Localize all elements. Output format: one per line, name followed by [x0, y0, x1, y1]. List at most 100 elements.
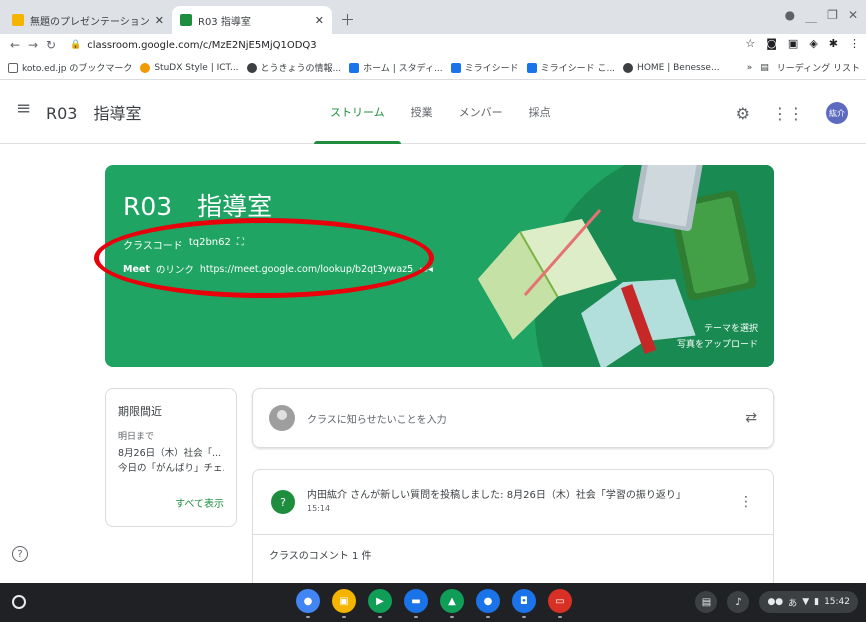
reading-list-button[interactable]: リーディング リスト	[777, 61, 860, 74]
battery-icon: ▮	[814, 597, 820, 607]
bookmark-star-icon[interactable]: ☆	[745, 37, 755, 50]
view-all-link[interactable]: すべて表示	[175, 495, 224, 510]
profile-icon[interactable]: ●	[785, 8, 795, 25]
bookmark-item[interactable]: ミライシード こ...	[526, 61, 615, 74]
bookmark-item[interactable]: HOME | Benesse...	[623, 62, 720, 73]
url-field[interactable]: classroom.google.com/c/MzE2NjE5MjQ1ODQ3	[87, 40, 316, 51]
meet-suffix: のリンク	[155, 265, 194, 276]
browser-tabstrip: 無題のプレゼンテーション - G ✕ R03 指導室 ✕ ＋ ● ＿ ❐ ✕	[0, 0, 866, 34]
account-icon: ●●	[767, 597, 784, 607]
gear-icon[interactable]: ⚙	[736, 104, 750, 123]
globe-icon	[246, 62, 257, 73]
restore-icon[interactable]: ❐	[827, 8, 838, 25]
miraiseed-icon	[450, 62, 461, 73]
class-comments-link[interactable]: クラスのコメント 1 件	[269, 547, 372, 562]
tab-title: 無題のプレゼンテーション - G	[30, 16, 151, 28]
clipboard-icon[interactable]: ▤	[695, 591, 718, 613]
benesse-icon	[623, 62, 634, 73]
toolbar-icons: ☆ ◙ ▣ ◈ ✱ ⋮	[745, 37, 860, 50]
apps-grid-icon[interactable]: ⋮⋮	[772, 104, 804, 123]
extension-icon[interactable]: ◈	[809, 37, 817, 50]
launcher-icon[interactable]	[12, 595, 26, 609]
chromeos-shelf: ● ▣ ▶ ▬ ▲ ● ◘ ▭ ▤ ♪ ●● あ ▼ ▮ 15:42	[0, 583, 866, 622]
meet-link[interactable]: https://meet.google.com/lookup/b2qt3ywaz…	[200, 264, 413, 275]
bookmark-item[interactable]: ミライシード	[450, 61, 519, 74]
stream-post: ? 内田紘介 さんが新しい質問を投稿しました: 8月26日（木）社会「学習の振り…	[252, 469, 774, 589]
class-nav-tabs: ストリーム 授業 メンバー 採点	[314, 80, 569, 144]
wifi-icon: ▼	[802, 597, 810, 607]
announce-placeholder[interactable]: クラスに知らせたいことを入力	[307, 411, 745, 426]
upcoming-item[interactable]: 今日の「がんばり」チェ...	[118, 461, 224, 476]
meet-label: Meet	[123, 263, 150, 275]
help-icon[interactable]: ?	[12, 546, 28, 562]
user-avatar-icon	[269, 405, 295, 431]
bookmark-item[interactable]: ホーム | スタディ...	[349, 61, 443, 74]
studx-icon	[140, 62, 151, 73]
extension-icon[interactable]: ◙	[766, 37, 777, 50]
camera-icon[interactable]: ◘	[512, 589, 536, 618]
question-icon: ?	[271, 490, 295, 514]
browser-tab-classroom[interactable]: R03 指導室 ✕	[172, 6, 332, 34]
puzzle-icon[interactable]: ✱	[829, 37, 838, 50]
folder-icon	[8, 62, 18, 73]
window-controls: ● ＿ ❐ ✕	[785, 8, 858, 25]
play-store-icon[interactable]: ▶	[368, 589, 392, 618]
upcoming-title: 期限間近	[118, 405, 162, 418]
miraiseed-icon	[526, 62, 537, 73]
drive-icon[interactable]: ▲	[440, 589, 464, 618]
meet-icon[interactable]: ●	[476, 589, 500, 618]
clock: 15:42	[824, 597, 850, 607]
chrome-icon[interactable]: ●	[296, 589, 320, 618]
class-code: クラスコード tq2bn62 ⛶	[123, 237, 244, 252]
tab-classwork[interactable]: 授業	[403, 80, 441, 144]
menu-kebab-icon[interactable]: ⋮	[849, 37, 860, 50]
files-icon[interactable]: ▬	[404, 589, 428, 618]
microphone-icon[interactable]: ♪	[727, 591, 750, 613]
reload-icon[interactable]: ↻	[42, 38, 60, 52]
close-tab-icon[interactable]: ✕	[155, 14, 164, 27]
slides-icon[interactable]: ▭	[548, 589, 572, 618]
back-icon[interactable]: ←	[6, 38, 24, 52]
tab-grades[interactable]: 採点	[521, 80, 559, 144]
ime-indicator: あ	[788, 598, 798, 609]
new-tab-button[interactable]: ＋	[340, 9, 355, 30]
bookmark-item[interactable]: とうきょうの情報...	[246, 61, 341, 74]
browser-tab-presentation[interactable]: 無題のプレゼンテーション - G ✕	[4, 6, 172, 34]
select-theme-link[interactable]: テーマを選択	[677, 321, 758, 337]
bookmark-item[interactable]: StuDX Style | ICT...	[140, 62, 239, 73]
upload-photo-link[interactable]: 写真をアップロード	[677, 337, 758, 353]
upcoming-item[interactable]: 8月26日（木）社会「...	[118, 446, 224, 461]
class-title[interactable]: R03 指導室	[46, 100, 141, 124]
forward-icon[interactable]: →	[24, 38, 42, 52]
bookmark-item[interactable]: koto.ed.jp のブックマーク	[8, 61, 132, 74]
class-code-value: tq2bn62	[188, 237, 231, 248]
classroom-header: ≡ R03 指導室 ストリーム 授業 メンバー 採点 ⚙ ⋮⋮ 紘介	[0, 80, 866, 144]
study-icon	[349, 62, 360, 73]
bookmarks-overflow-button[interactable]: »	[747, 63, 753, 73]
status-area[interactable]: ●● あ ▼ ▮ 15:42	[759, 591, 858, 613]
main-menu-icon[interactable]: ≡	[16, 98, 31, 119]
screen-capture-icon[interactable]: ▣	[788, 37, 798, 50]
close-tab-icon[interactable]: ✕	[315, 14, 324, 27]
post-title[interactable]: 内田紘介 さんが新しい質問を投稿しました: 8月26日（木）社会「学習の振り返り…	[307, 486, 686, 501]
tab-people[interactable]: メンバー	[451, 80, 511, 144]
avatar[interactable]: 紘介	[826, 102, 848, 124]
tab-title: R03 指導室	[198, 16, 251, 28]
post-time: 15:14	[307, 504, 331, 513]
class-code-label: クラスコード	[123, 241, 183, 252]
class-banner: R03 指導室 クラスコード tq2bn62 ⛶ Meet のリンク https…	[105, 165, 774, 367]
reading-list-icon: ▤	[760, 62, 769, 73]
tab-stream[interactable]: ストリーム	[314, 80, 401, 144]
classroom-icon[interactable]: ▣	[332, 589, 356, 618]
expand-icon[interactable]: ⛶	[237, 237, 244, 252]
classroom-favicon-icon	[180, 14, 192, 26]
repost-icon[interactable]: ⇄	[745, 410, 757, 426]
video-camera-icon[interactable]: ▭◂	[419, 264, 433, 275]
announce-box[interactable]: クラスに知らせたいことを入力 ⇄	[252, 388, 774, 448]
post-menu-icon[interactable]: ⋮	[739, 494, 753, 510]
close-window-icon[interactable]: ✕	[848, 8, 858, 25]
upcoming-due: 明日まで	[118, 432, 155, 442]
lock-icon[interactable]: 🔒	[70, 40, 81, 50]
slides-favicon-icon	[12, 14, 24, 26]
minimize-icon[interactable]: ＿	[805, 8, 817, 25]
